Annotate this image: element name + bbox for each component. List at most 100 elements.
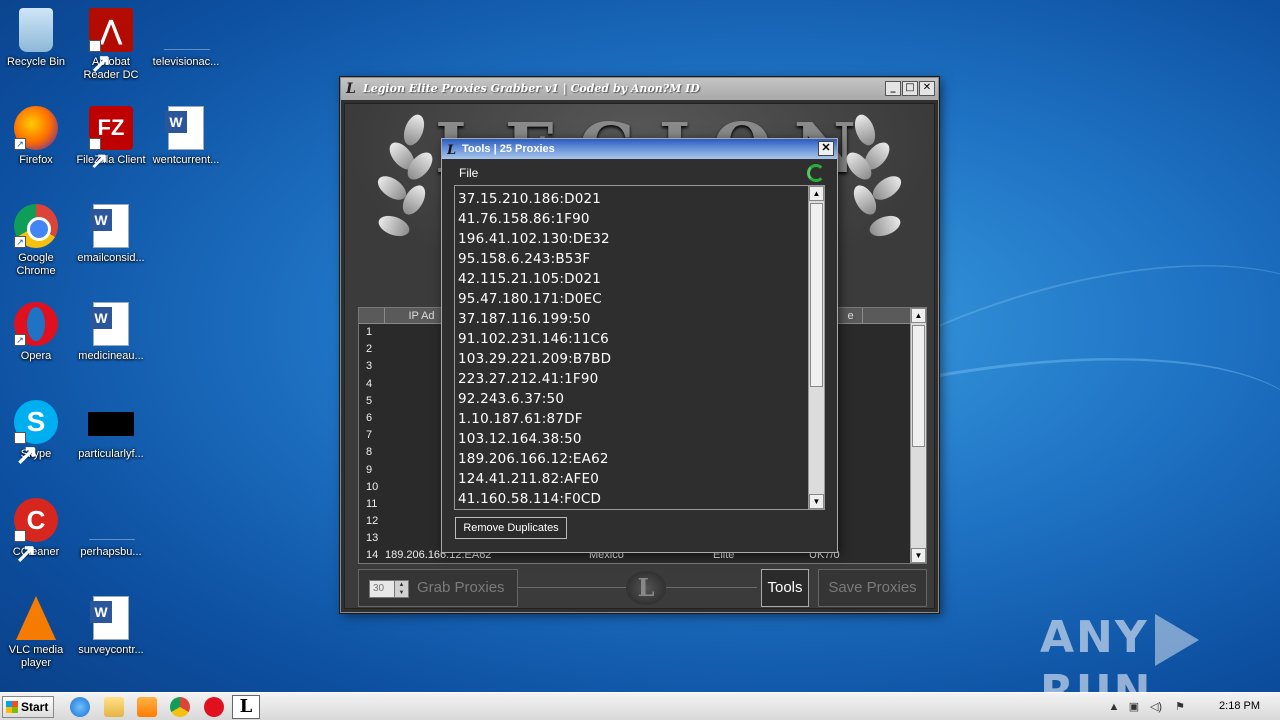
- minimize-button[interactable]: _: [885, 81, 901, 96]
- shortcut-arrow-icon: ↗: [89, 138, 108, 173]
- action-center-flag-icon[interactable]: ⚑: [1173, 700, 1187, 714]
- grab-proxies-button[interactable]: Grab Proxies: [417, 570, 505, 606]
- list-item[interactable]: 42.115.21.105:D021: [458, 269, 804, 289]
- laurel-left-icon: [373, 111, 438, 254]
- grid-cell-num: 7: [366, 429, 373, 442]
- refresh-icon[interactable]: [807, 164, 825, 182]
- list-item[interactable]: 124.41.211.82:AFE0: [458, 469, 804, 489]
- show-hidden-icons-icon[interactable]: ▲: [1107, 700, 1121, 714]
- close-button[interactable]: ✕: [919, 81, 935, 96]
- desktop-icon-filezilla[interactable]: FZ ↗ FileZilla Client: [75, 106, 147, 173]
- volume-icon[interactable]: ◁): [1149, 700, 1163, 714]
- desktop-icon-label: FileZilla Client: [76, 154, 146, 166]
- maximize-button[interactable]: □: [902, 81, 918, 96]
- tools-dialog[interactable]: L Tools | 25 Proxies ✕ File 37.15.210.18…: [441, 138, 838, 553]
- grid-scrollbar[interactable]: ▲ ▼: [910, 308, 926, 563]
- grid-cell-num: 10: [366, 480, 379, 493]
- scroll-thumb[interactable]: [810, 203, 823, 387]
- desktop-icon-label: surveycontr...: [78, 644, 144, 656]
- desktop-icon-label: televisionac...: [152, 56, 220, 68]
- shortcut-arrow-icon: ↗: [14, 138, 26, 150]
- legion-title-bar[interactable]: L Legion Elite Proxies Grabber v1 | Code…: [341, 78, 938, 100]
- media-player-icon[interactable]: [137, 697, 157, 717]
- desktop-icon-opera[interactable]: ↗ Opera: [0, 302, 72, 363]
- list-item[interactable]: 37.187.116.199:50: [458, 309, 804, 329]
- desktop-icon-particularlyf[interactable]: particularlyf...: [75, 400, 147, 461]
- desktop-icon-label: Opera: [20, 350, 52, 362]
- spinner-arrows-icon[interactable]: ▲ ▼: [394, 581, 408, 597]
- list-item[interactable]: 95.47.180.171:D0EC: [458, 289, 804, 309]
- thread-count-spinner[interactable]: 30 ▲ ▼: [369, 580, 409, 598]
- system-tray: ▲ ▣ ◁) ⚑ 2:18 PM: [1105, 693, 1280, 720]
- list-item[interactable]: 95.158.6.243:B53F: [458, 249, 804, 269]
- word-document-icon: W: [90, 302, 129, 346]
- proxy-list[interactable]: 37.15.210.186:D021 41.76.158.86:1F90 196.4…: [454, 185, 825, 510]
- legion-app-icon: L: [346, 81, 356, 97]
- clock[interactable]: 2:18 PM: [1219, 700, 1260, 712]
- list-item[interactable]: 189.206.166.12:EA62: [458, 449, 804, 469]
- laurel-right-icon: [841, 111, 906, 254]
- chrome-icon: ↗: [14, 204, 58, 248]
- scroll-up-icon[interactable]: ▲: [911, 308, 926, 323]
- desktop-icon-perhapsbu[interactable]: perhapsbu...: [75, 498, 147, 559]
- desktop-icon-surveycontr[interactable]: W surveycontr...: [75, 596, 147, 657]
- list-item[interactable]: 196.41.102.130:DE32: [458, 229, 804, 249]
- window-controls: _ □ ✕: [885, 81, 935, 96]
- desktop-icon-vlc[interactable]: VLC media player: [0, 596, 72, 670]
- grid-cell-num: 2: [366, 343, 373, 356]
- vlc-icon: [16, 596, 56, 640]
- word-document-icon: W: [90, 204, 129, 248]
- desktop-icon-ccleaner[interactable]: C ↗ CCleaner: [0, 498, 72, 568]
- remove-duplicates-button[interactable]: Remove Duplicates: [455, 517, 567, 539]
- list-item[interactable]: 223.27.212.41:1F90: [458, 369, 804, 389]
- scroll-down-icon[interactable]: ▼: [911, 548, 926, 563]
- opera-icon[interactable]: [204, 697, 224, 717]
- desktop-icon-televisionac[interactable]: televisionac...: [150, 8, 222, 69]
- legion-taskbar-button[interactable]: L: [232, 695, 260, 719]
- recycle-bin-icon: [19, 8, 53, 52]
- acrobat-icon: ⋀ ↗: [89, 8, 133, 78]
- desktop-icon-chrome[interactable]: ↗ Google Chrome: [0, 204, 72, 278]
- grid-cell-num: 14: [366, 549, 379, 562]
- shortcut-arrow-icon: ↗: [14, 432, 38, 470]
- list-item[interactable]: 91.102.231.146:11C6: [458, 329, 804, 349]
- desktop-icon-skype[interactable]: S ↗ Skype: [0, 400, 72, 470]
- chrome-icon[interactable]: [170, 697, 190, 717]
- desktop-icon-recycle-bin[interactable]: Recycle Bin: [0, 8, 72, 69]
- list-item[interactable]: 37.15.210.186:D021: [458, 189, 804, 209]
- start-button[interactable]: Start: [2, 696, 54, 718]
- tools-button[interactable]: Tools: [761, 569, 809, 607]
- internet-explorer-icon[interactable]: [70, 697, 90, 717]
- word-document-icon: W: [165, 106, 204, 150]
- ccleaner-icon: C ↗: [14, 498, 58, 568]
- proxy-list-scrollbar[interactable]: ▲ ▼: [808, 186, 824, 509]
- proxy-list-items: 37.15.210.186:D021 41.76.158.86:1F90 196.4…: [458, 189, 804, 509]
- close-icon[interactable]: ✕: [818, 141, 834, 156]
- list-item[interactable]: 41.76.158.86:1F90: [458, 209, 804, 229]
- network-icon[interactable]: ▣: [1127, 700, 1141, 714]
- grid-cell-num: 8: [366, 446, 373, 459]
- tools-title-bar[interactable]: L Tools | 25 Proxies ✕: [442, 139, 837, 159]
- grid-header-port[interactable]: e: [839, 308, 863, 323]
- grid-cell-num: 11: [366, 497, 378, 510]
- desktop-icon-acrobat[interactable]: ⋀ ↗ Acrobat Reader DC: [75, 8, 147, 82]
- tools-title: Tools | 25 Proxies: [462, 143, 555, 155]
- desktop-icon-firefox[interactable]: ↗ Firefox: [0, 106, 72, 167]
- scroll-down-icon[interactable]: ▼: [809, 494, 824, 509]
- list-item[interactable]: 1.10.187.61:87DF: [458, 409, 804, 429]
- list-item[interactable]: 103.29.221.209:B7BD: [458, 349, 804, 369]
- menu-file[interactable]: File: [459, 166, 478, 180]
- scroll-up-icon[interactable]: ▲: [809, 186, 824, 201]
- list-item[interactable]: 41.160.58.114:F0CD: [458, 489, 804, 509]
- scroll-thumb[interactable]: [912, 325, 925, 447]
- filezilla-icon: FZ ↗: [89, 106, 133, 173]
- save-proxies-button[interactable]: Save Proxies: [818, 569, 927, 607]
- desktop-icon-label: particularlyf...: [78, 448, 144, 460]
- list-item[interactable]: 92.243.6.37:50: [458, 389, 804, 409]
- list-item[interactable]: 103.12.164.38:50: [458, 429, 804, 449]
- desktop-icon-label: medicineau...: [78, 350, 144, 362]
- desktop-icon-emailconsid[interactable]: W emailconsid...: [75, 204, 147, 265]
- desktop-icon-medicineau[interactable]: W medicineau...: [75, 302, 147, 363]
- desktop-icon-wentcurrent[interactable]: W wentcurrent...: [150, 106, 222, 167]
- folder-icon[interactable]: [104, 697, 124, 717]
